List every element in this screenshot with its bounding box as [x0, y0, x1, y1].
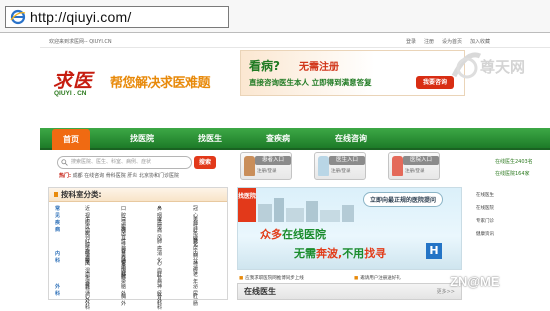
department-panel: 按科室分类: 常见疾病 近视眼 口腔溃疡 鼻咽癌 冠心病 牛皮癣 白癜风 哮喘 …	[48, 187, 228, 311]
right-link[interactable]: 在线医院	[476, 202, 494, 215]
login-link[interactable]: 登录	[406, 38, 416, 45]
url-text: http://qiuyi.com/	[30, 9, 132, 25]
ad-title-2: 无需注册	[299, 62, 339, 73]
hot-label: 热门:	[59, 173, 71, 179]
dept-link[interactable]: 心外	[85, 293, 90, 307]
watermark-logo-icon	[451, 52, 482, 79]
right-link[interactable]: 在线医生	[476, 189, 494, 202]
header: 求医 QIUYI . CN 帮您解决求医难题 看病? 无需注册 直接咨询医生本人…	[40, 48, 550, 128]
department-panel-title: 按科室分类:	[49, 188, 227, 202]
nav-hospitals[interactable]: 找医院	[120, 128, 164, 150]
find-hospital-banner[interactable]: 找医院 立即向最正规的医院提问 众多在线医院 无需奔波,不用找寻 H	[237, 187, 462, 270]
banner-headline-1: 众多在线医院	[260, 226, 326, 242]
online-doctors-title: 在线医生	[244, 287, 276, 296]
favorite-link[interactable]: 加入收藏	[470, 38, 490, 45]
dept-category[interactable]: 常见疾病	[55, 205, 60, 233]
patient-avatar-icon	[244, 156, 255, 176]
site-logo-domain: QIUYI . CN	[54, 90, 87, 97]
online-doctors-section: 在线医生 更多>>	[237, 283, 462, 300]
hospital-entry-button[interactable]: 医院入口 注册/登录	[388, 152, 440, 180]
top-links: 登录 注册 设为首页 加入收藏	[406, 38, 490, 45]
online-hospitals-count[interactable]: 在线医院164家	[495, 168, 533, 180]
news-item-text: 应我求职医院网推博同步上线	[245, 276, 304, 281]
site-slogan: 帮您解决求医难题	[110, 76, 211, 91]
doctor-entry-sub: 注册/登录	[331, 169, 351, 174]
main-nav: 首页 找医院 找医生 查疾病 在线咨询	[40, 128, 550, 150]
banner-headline-2a: 无需	[294, 247, 316, 260]
consult-ad-banner[interactable]: 看病? 无需注册 直接咨询医生本人 立即得到满意答复 我要咨询	[240, 50, 465, 96]
search-row: 搜索医院、医生、科室、病例、症状 搜索 热门: 成都 在线咨询 骨科医院 肝炎 …	[40, 152, 550, 182]
city-skyline-icon	[258, 198, 354, 222]
nav-diseases[interactable]: 查疾病	[256, 128, 300, 150]
set-home-link[interactable]: 设为首页	[442, 38, 462, 45]
banner-headline-2c: 不用	[342, 247, 365, 260]
dept-link[interactable]: 肛肠	[193, 293, 198, 307]
search-button[interactable]: 搜索	[194, 156, 216, 169]
consult-button[interactable]: 我要咨询	[416, 76, 454, 89]
hospital-entry-label: 医院入口	[403, 156, 439, 165]
register-link[interactable]: 注册	[424, 38, 434, 45]
webpage: 欢迎来到求医网-- QIUYI.CN 登录 注册 设为首页 加入收藏 求医 QI…	[40, 34, 550, 311]
right-link-list: 在线医生 在线医院 专家门诊 健康资讯	[476, 189, 494, 241]
nav-doctors[interactable]: 找医生	[188, 128, 232, 150]
doctor-entry-label: 医生入口	[329, 156, 365, 165]
hospital-h-icon: H	[426, 243, 442, 259]
banner-headline-2b: 奔波,	[316, 247, 343, 260]
banner-tag: 找医院	[238, 188, 256, 222]
dept-category[interactable]: 内科	[55, 250, 60, 264]
banner-headline-1b: 在线医院	[282, 228, 326, 241]
banner-headline-1a: 众多	[260, 228, 282, 241]
hot-keywords: 热门: 成都 在线咨询 骨科医院 肝炎 北京协和门诊医院	[59, 172, 179, 179]
right-link[interactable]: 健康资讯	[476, 228, 494, 241]
nav-home[interactable]: 首页	[52, 129, 90, 150]
hospital-building-icon	[392, 156, 403, 176]
banner-headline-2: 无需奔波,不用找寻	[294, 245, 386, 261]
watermark-text: 尊天网	[480, 58, 526, 76]
search-input[interactable]: 搜索医院、医生、科室、病例、症状	[57, 156, 192, 169]
doctor-avatar-icon	[318, 156, 329, 176]
patient-entry-label: 患者入口	[255, 156, 291, 165]
search-icon	[61, 159, 68, 166]
news-item-text: 邀请用户注册送好礼	[360, 276, 401, 281]
dept-category[interactable]: 外科	[55, 283, 60, 297]
banner-bubble: 立即向最正规的医院提问	[363, 192, 444, 207]
patient-entry-sub: 注册/登录	[257, 169, 277, 174]
stats-links: 在线医生2403名 在线医院164家	[495, 156, 533, 180]
nav-online-consult[interactable]: 在线咨询	[324, 128, 378, 150]
site-logo[interactable]: 求医	[53, 66, 93, 93]
welcome-text: 欢迎来到求医网-- QIUYI.CN	[49, 39, 112, 45]
address-bar: http://qiuyi.com/	[0, 0, 550, 33]
hot-keywords-list[interactable]: 成都 在线咨询 骨科医院 肝炎 北京协和门诊医院	[73, 173, 179, 179]
ad-subtitle: 直接咨询医生本人 立即得到满意答复	[249, 78, 372, 87]
right-link[interactable]: 专家门诊	[476, 215, 494, 228]
panel-bullet-icon	[54, 192, 58, 197]
ad-title: 看病?	[249, 59, 280, 73]
patient-entry-button[interactable]: 患者入口 注册/登录	[240, 152, 292, 180]
online-doctors-count[interactable]: 在线医生2403名	[495, 156, 533, 168]
ie-icon	[10, 9, 26, 25]
dept-link[interactable]: 骨科	[157, 293, 162, 307]
banner-headline-2d: 找寻	[364, 247, 387, 260]
dept-link[interactable]: 胸外	[121, 293, 126, 307]
doctor-entry-button[interactable]: 医生入口 注册/登录	[314, 152, 366, 180]
hospital-entry-sub: 注册/登录	[405, 169, 425, 174]
url-field[interactable]: http://qiuyi.com/	[5, 6, 229, 28]
